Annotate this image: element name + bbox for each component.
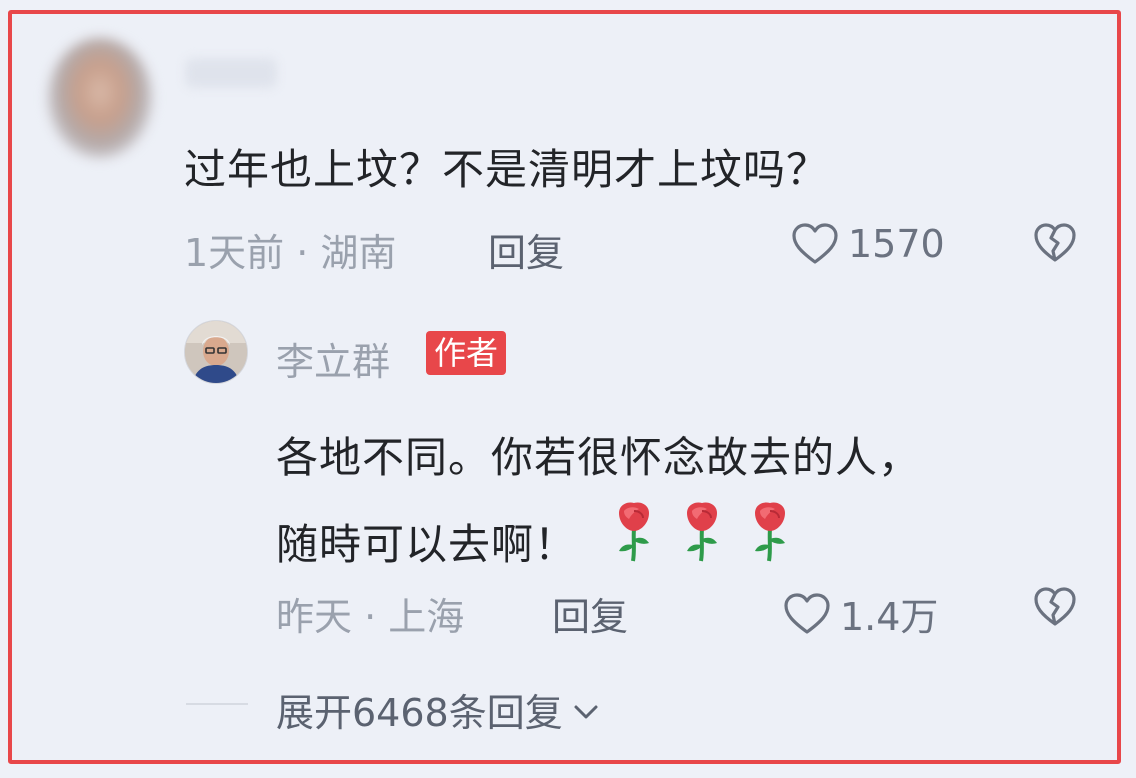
comment-like-count: 1570 xyxy=(848,222,945,266)
reply-like-button[interactable]: 1.4万 xyxy=(782,586,938,641)
reply-text-line2: 随時可以去啊！ xyxy=(276,519,578,569)
comment-like-button[interactable]: 1570 xyxy=(790,222,945,266)
reply-dislike-button[interactable] xyxy=(1032,586,1078,632)
rose-icon xyxy=(749,499,791,590)
broken-heart-icon xyxy=(1032,587,1078,632)
broken-heart-icon xyxy=(1032,223,1078,268)
author-badge: 作者 xyxy=(426,331,507,375)
commenter-avatar-blurred[interactable] xyxy=(48,38,152,158)
expand-replies-label: 展开6468条回复 xyxy=(276,691,563,735)
expand-replies-button[interactable]: 展开6468条回复 xyxy=(276,682,601,737)
reply-text-line2-row: 随時可以去啊！ xyxy=(276,499,1076,590)
comment-reply-button[interactable]: 回复 xyxy=(488,222,564,277)
rose-icon xyxy=(613,499,655,590)
reply-like-count: 1.4万 xyxy=(840,595,939,639)
reply-reply-button[interactable]: 回复 xyxy=(552,586,628,641)
reply-text-line1: 各地不同。你若很怀念故去的人， xyxy=(276,433,922,482)
author-name[interactable]: 李立群 xyxy=(276,331,390,386)
heart-icon xyxy=(790,222,840,266)
reply-meta: 昨天 · 上海 xyxy=(276,595,465,639)
reply-text: 各地不同。你若很怀念故去的人， 随時可以去啊！ xyxy=(276,417,1076,590)
expand-divider xyxy=(186,703,248,705)
chevron-down-icon xyxy=(571,688,601,732)
author-avatar[interactable] xyxy=(184,320,248,384)
comment-text: 过年也上坟？不是清明才上坟吗？ xyxy=(184,145,830,194)
comment-meta: 1天前 · 湖南 xyxy=(184,231,397,275)
heart-icon xyxy=(782,592,832,636)
comment-dislike-button[interactable] xyxy=(1032,222,1078,268)
rose-icon xyxy=(681,499,723,590)
commenter-name-blurred[interactable] xyxy=(185,58,277,88)
comment-frame xyxy=(8,10,1121,764)
